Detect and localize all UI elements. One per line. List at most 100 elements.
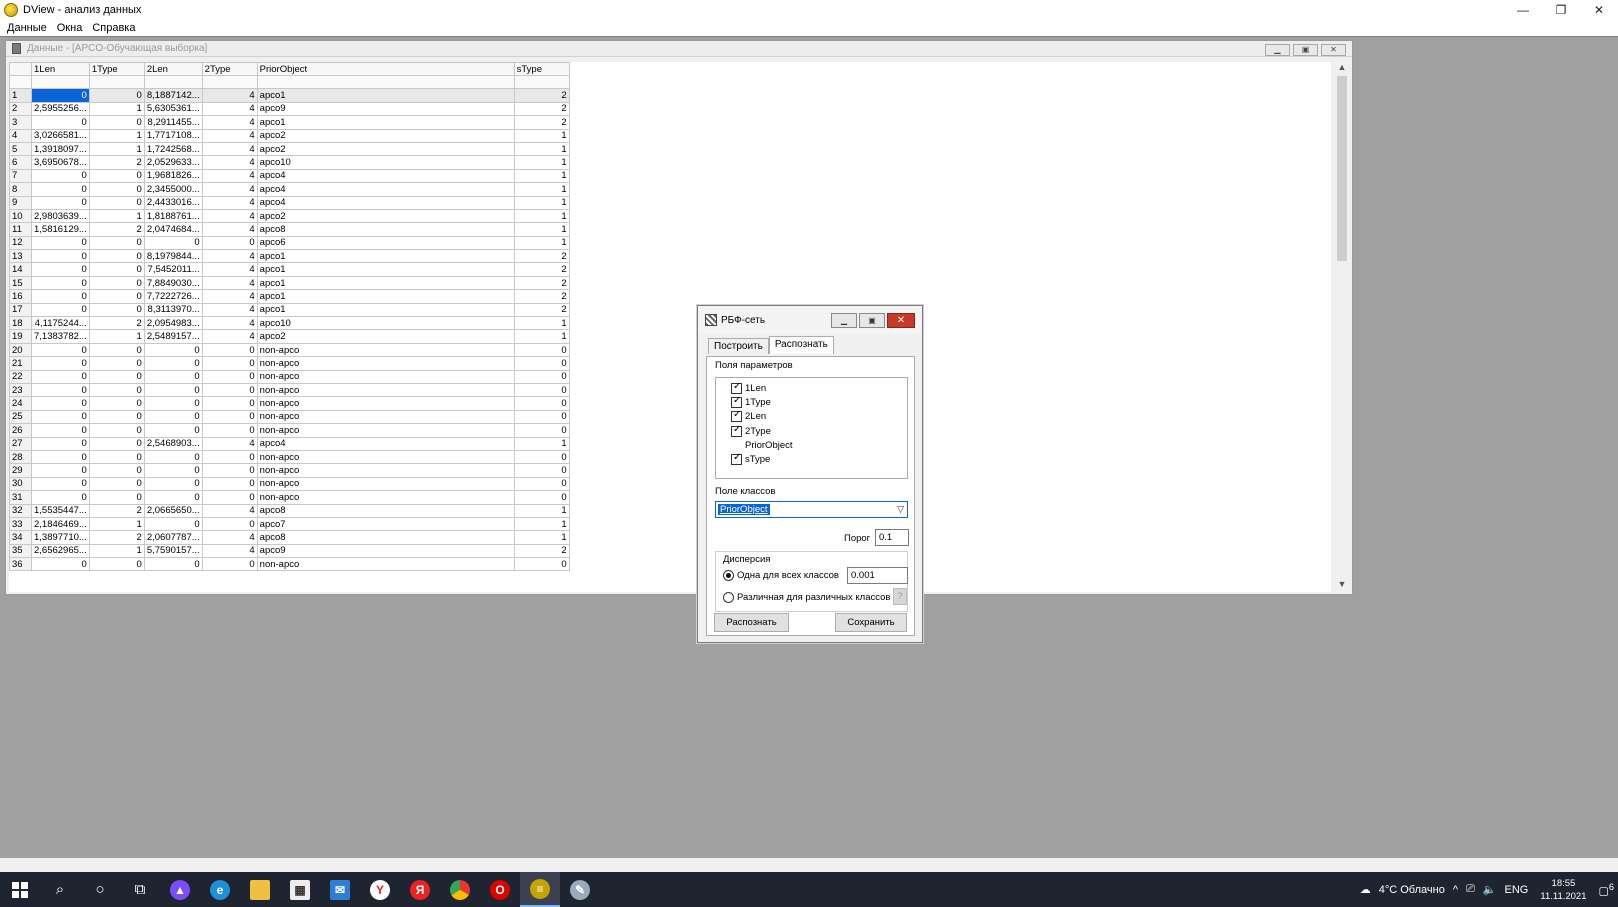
table-cell[interactable]: 0 — [143, 356, 203, 371]
child-minimize-button[interactable]: ▁ — [1265, 44, 1290, 56]
table-cell[interactable]: 0 — [88, 436, 145, 451]
table-row[interactable]: 11 1,5816129... 2 2,0474684... 4 apco8 1 — [9, 222, 570, 237]
minimize-button[interactable]: — — [1504, 0, 1542, 19]
table-row[interactable]: 6 3,6950678... 2 2,0529633... 4 apco10 1 — [9, 155, 570, 170]
table-cell[interactable]: 7,8849030... — [143, 275, 203, 291]
table-cell[interactable]: 4 — [201, 182, 258, 197]
table-cell[interactable]: 0 — [88, 449, 145, 465]
weather-text[interactable]: 4°C Облачно — [1379, 884, 1445, 896]
table-cell[interactable]: 0 — [31, 88, 90, 103]
table-cell[interactable]: 0 — [513, 423, 570, 438]
table-cell[interactable]: 2,3455000... — [143, 182, 203, 197]
table-cell[interactable]: 0 — [143, 342, 203, 358]
filter-cell[interactable] — [256, 75, 515, 90]
table-cell[interactable]: apco1 — [256, 302, 515, 318]
tab-recognize[interactable]: Распознать — [768, 336, 834, 354]
table-cell[interactable]: apco1 — [256, 115, 515, 130]
table-cell[interactable]: 1 — [88, 543, 145, 559]
table-cell[interactable]: 0 — [143, 409, 203, 425]
table-cell[interactable]: 0 — [88, 115, 145, 130]
table-row[interactable]: 17 0 0 8,3113970... 4 apco1 2 — [9, 302, 570, 318]
column-header[interactable]: sType — [513, 61, 570, 77]
table-cell[interactable]: 0 — [31, 409, 90, 425]
table-cell[interactable]: non-apco — [256, 396, 515, 411]
table-cell[interactable]: 2 — [513, 302, 570, 318]
table-cell[interactable]: 4 — [201, 88, 258, 103]
table-cell[interactable]: 4 — [201, 302, 258, 318]
table-cell[interactable]: 0 — [201, 423, 258, 438]
table-cell[interactable]: apco8 — [256, 222, 515, 237]
menu-help[interactable]: Справка — [87, 22, 140, 34]
table-cell[interactable]: apco8 — [256, 530, 515, 545]
param-checkbox-row[interactable]: PriorObject — [716, 438, 907, 452]
table-row[interactable]: 23 0 0 0 0 non-apco 0 — [9, 382, 570, 398]
table-cell[interactable]: apco7 — [256, 516, 515, 532]
yandex-icon[interactable]: Я — [400, 872, 440, 907]
table-cell[interactable]: 1 — [513, 530, 570, 545]
table-cell[interactable]: 1 — [513, 182, 570, 197]
table-cell[interactable]: 0 — [88, 409, 145, 425]
table-row[interactable]: 16 0 0 7,7222726... 4 apco1 2 — [9, 289, 570, 304]
table-cell[interactable]: 0 — [88, 235, 145, 251]
table-cell[interactable]: 4 — [201, 249, 258, 264]
table-cell[interactable]: 3,0266581... — [31, 128, 90, 143]
table-cell[interactable]: 0 — [88, 356, 145, 371]
table-cell[interactable]: 4 — [201, 128, 258, 143]
table-row[interactable]: 14 0 0 7,5452011... 4 apco1 2 — [9, 262, 570, 277]
table-cell[interactable]: 0 — [31, 115, 90, 130]
chevron-up-icon[interactable]: ^ — [1453, 884, 1458, 896]
checkbox[interactable] — [731, 381, 742, 394]
table-cell[interactable]: 1 — [513, 195, 570, 210]
table-cell[interactable]: 0 — [31, 490, 90, 505]
mail-icon[interactable]: ✉ — [320, 872, 360, 907]
table-cell[interactable]: 0 — [88, 557, 145, 572]
table-cell[interactable]: 2,0529633... — [143, 155, 203, 170]
table-cell[interactable]: 0 — [31, 182, 90, 197]
table-row[interactable]: 35 2,6562965... 1 5,7590157... 4 apco9 2 — [9, 543, 570, 559]
threshold-input[interactable]: 0.1 — [875, 529, 909, 546]
table-cell[interactable]: non-apco — [256, 463, 515, 478]
table-cell[interactable]: 1 — [513, 222, 570, 237]
table-cell[interactable]: 0 — [88, 168, 145, 184]
table-cell[interactable]: 1,3918097... — [31, 141, 90, 157]
table-cell[interactable]: 0 — [31, 235, 90, 251]
table-cell[interactable]: 1 — [513, 155, 570, 170]
column-header[interactable]: 2Type — [201, 61, 258, 77]
table-cell[interactable]: 0 — [88, 302, 145, 318]
table-cell[interactable]: 1 — [513, 168, 570, 184]
table-row[interactable]: 13 0 0 8,1979844... 4 apco1 2 — [9, 249, 570, 264]
table-cell[interactable]: apco9 — [256, 101, 515, 117]
child-close-button[interactable]: ✕ — [1321, 44, 1346, 56]
table-cell[interactable]: 1 — [513, 208, 570, 224]
table-cell[interactable]: non-apco — [256, 342, 515, 358]
table-cell[interactable]: 0 — [143, 490, 203, 505]
table-cell[interactable]: apco2 — [256, 128, 515, 143]
table-cell[interactable]: 0 — [513, 369, 570, 384]
table-cell[interactable]: 0 — [513, 382, 570, 398]
table-cell[interactable]: 0 — [143, 449, 203, 465]
table-cell[interactable]: 0 — [143, 557, 203, 572]
dialog-maximize-button[interactable]: ▣ — [859, 313, 885, 328]
radio-diff[interactable] — [723, 592, 734, 603]
table-cell[interactable]: apco4 — [256, 168, 515, 184]
table-cell[interactable]: 0 — [31, 382, 90, 398]
table-cell[interactable]: 1 — [88, 128, 145, 143]
table-row[interactable]: 20 0 0 0 0 non-apco 0 — [9, 342, 570, 358]
table-cell[interactable]: 1,5816129... — [31, 222, 90, 237]
table-cell[interactable]: 0 — [513, 342, 570, 358]
table-cell[interactable]: 0 — [31, 168, 90, 184]
table-cell[interactable]: 0 — [31, 436, 90, 451]
table-cell[interactable]: 2,5489157... — [143, 329, 203, 344]
chrome-icon[interactable] — [440, 872, 480, 907]
table-cell[interactable]: non-apco — [256, 382, 515, 398]
table-cell[interactable]: apco10 — [256, 316, 515, 331]
table-cell[interactable]: 0 — [88, 476, 145, 492]
table-cell[interactable]: 7,5452011... — [143, 262, 203, 277]
table-cell[interactable]: 0 — [88, 396, 145, 411]
table-row[interactable]: 31 0 0 0 0 non-apco 0 — [9, 490, 570, 505]
table-cell[interactable]: non-apco — [256, 369, 515, 384]
data-window-titlebar[interactable]: Данные - [APCO-Обучающая выборка] ▁ ▣ ✕ — [6, 41, 1352, 57]
table-cell[interactable]: 0 — [31, 342, 90, 358]
windows-start-icon[interactable] — [0, 872, 40, 907]
table-cell[interactable]: 0 — [88, 423, 145, 438]
